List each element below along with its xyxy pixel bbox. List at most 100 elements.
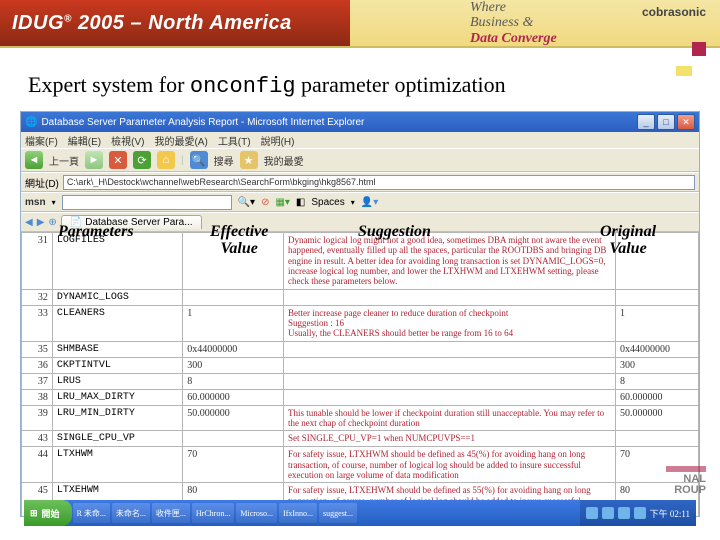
accent-square-yellow <box>676 66 692 76</box>
ie-window: 🌐 Database Server Parameter Analysis Rep… <box>20 111 700 517</box>
taskbar-item[interactable]: 收件匣... <box>152 503 190 523</box>
stop-button[interactable]: ✕ <box>109 151 127 169</box>
back-button[interactable]: ◄ <box>25 151 43 169</box>
taskbar-item[interactable]: suggest... <box>319 503 357 523</box>
refresh-button[interactable]: ⟳ <box>133 151 151 169</box>
windows-taskbar: ⊞ 開始 R 未命...未命名...收件匣...HrChron...Micros… <box>24 500 696 526</box>
menu-edit[interactable]: 編輯(E) <box>68 133 101 148</box>
original-value <box>615 431 698 447</box>
favorites-button[interactable]: ★ <box>240 151 258 169</box>
suggestion-text <box>283 289 615 305</box>
tab-next-icon[interactable]: ▶ <box>37 217 45 228</box>
maximize-button[interactable]: □ <box>657 114 675 130</box>
param-name: SHMBASE <box>52 341 182 357</box>
menu-help[interactable]: 說明(H) <box>261 133 295 148</box>
watermark-logo: NAL ROUP <box>666 464 706 496</box>
msn-toolbar: msn ▾ 🔍▾ ⊘ ▦▾ ◧ Spaces ▾ 👤▾ <box>21 192 699 212</box>
suggestion-text: This tunable should be lower if checkpoi… <box>283 405 615 431</box>
search-label: 搜尋 <box>214 153 234 168</box>
effective-value: 300 <box>183 357 284 373</box>
menu-favorites[interactable]: 我的最愛(A) <box>154 133 207 148</box>
suggestion-text <box>283 373 615 389</box>
param-name: LRU_MIN_DIRTY <box>52 405 182 431</box>
table-row: 35SHMBASE0x440000000x44000000 <box>22 341 699 357</box>
accent-square <box>692 42 706 56</box>
slide-title: Expert system for onconfig parameter opt… <box>0 48 720 107</box>
suggestion-text <box>283 389 615 405</box>
minimize-button[interactable]: _ <box>637 114 655 130</box>
taskbar-item[interactable]: IfxInno... <box>279 503 317 523</box>
table-row: 32DYNAMIC_LOGS <box>22 289 699 305</box>
tab-prev-icon[interactable]: ◀ <box>25 217 33 228</box>
table-row: 39LRU_MIN_DIRTY 50.000000This tunable sho… <box>22 405 699 431</box>
original-value <box>615 233 698 290</box>
tray-icon[interactable] <box>618 507 630 519</box>
msn-block-icon[interactable]: ⊘ <box>261 197 269 208</box>
effective-value: 60.000000 <box>183 389 284 405</box>
suggestion-text <box>283 357 615 373</box>
search-button[interactable]: 🔍 <box>190 151 208 169</box>
window-title: Database Server Parameter Analysis Repor… <box>41 117 364 128</box>
menu-tools[interactable]: 工具(T) <box>218 133 251 148</box>
row-number: 31 <box>22 233 53 290</box>
msn-search-icon[interactable]: 🔍▾ <box>238 197 255 208</box>
table-row: 38LRU_MAX_DIRTY60.00000060.000000 <box>22 389 699 405</box>
taskbar-item[interactable]: R 未命... <box>73 503 110 523</box>
tab-report[interactable]: 📄 Database Server Para... <box>61 215 202 229</box>
system-tray: 下午 02:11 <box>580 500 696 526</box>
row-number: 39 <box>22 405 53 431</box>
msn-msgr-icon[interactable]: 👤▾ <box>361 197 378 208</box>
param-name: CLEANERS <box>52 305 182 341</box>
conference-banner: IDUG® 2005 – North America Where Busines… <box>0 0 720 48</box>
tray-icon[interactable] <box>634 507 646 519</box>
address-label: 網址(D) <box>25 175 59 190</box>
spaces-label: Spaces <box>311 197 344 208</box>
original-value: 50.000000 <box>615 405 698 431</box>
row-number: 38 <box>22 389 53 405</box>
menu-view[interactable]: 檢視(V) <box>111 133 144 148</box>
conf-name: IDUG® 2005 – North America <box>12 12 292 35</box>
favorites-label: 我的最愛 <box>264 153 304 168</box>
param-name: CKPTINTVL <box>52 357 182 373</box>
table-row: 37LRUS88 <box>22 373 699 389</box>
address-bar: 網址(D) C:\ark\_H\Destock\wchannel\webRese… <box>21 172 699 192</box>
msn-form-icon[interactable]: ▦▾ <box>275 197 289 208</box>
effective-value: 70 <box>183 447 284 483</box>
forward-button[interactable]: ► <box>85 151 103 169</box>
row-number: 43 <box>22 431 53 447</box>
param-name: LOGFILES <box>52 233 182 290</box>
report-pane: 31LOGFILES Dynamic logical log might not … <box>21 232 699 516</box>
effective-value <box>183 289 284 305</box>
original-value <box>615 289 698 305</box>
effective-value: 8 <box>183 373 284 389</box>
suggestion-text: Better increase page cleaner to reduce d… <box>283 305 615 341</box>
tray-icon[interactable] <box>602 507 614 519</box>
clock[interactable]: 下午 02:11 <box>650 507 690 520</box>
row-number: 33 <box>22 305 53 341</box>
address-input[interactable]: C:\ark\_H\Destock\wchannel\webResearch\S… <box>63 175 695 190</box>
tab-new-icon[interactable]: ⊕ <box>48 217 56 228</box>
start-button[interactable]: ⊞ 開始 <box>24 500 72 526</box>
banner-right: Where Business & Data Converge cobrasoni… <box>350 0 720 46</box>
table-row: 36CKPTINTVL300300 <box>22 357 699 373</box>
taskbar-item[interactable]: HrChron... <box>192 503 234 523</box>
original-value: 0x44000000 <box>615 341 698 357</box>
home-button[interactable]: ⌂ <box>157 151 175 169</box>
param-name: LTXHWM <box>52 447 182 483</box>
effective-value: 0x44000000 <box>183 341 284 357</box>
spaces-icon[interactable]: ◧ <box>296 197 305 208</box>
menubar: 檔案(F) 編輯(E) 檢視(V) 我的最愛(A) 工具(T) 說明(H) <box>21 132 699 148</box>
menu-file[interactable]: 檔案(F) <box>25 133 58 148</box>
table-row: 33CLEANERS1Better increase page cleaner … <box>22 305 699 341</box>
taskbar-item[interactable]: 未命名... <box>112 503 150 523</box>
msn-logo: msn <box>25 197 46 208</box>
param-name: DYNAMIC_LOGS <box>52 289 182 305</box>
toolbar: ◄ 上一頁 ► ✕ ⟳ ⌂ | 🔍 搜尋 ★ 我的最愛 <box>21 148 699 172</box>
taskbar-item[interactable]: Microso... <box>236 503 277 523</box>
tray-icon[interactable] <box>586 507 598 519</box>
sponsor-logo: cobrasonic <box>642 6 706 19</box>
suggestion-text: Dynamic logical log might not a good ide… <box>283 233 615 290</box>
close-button[interactable]: ✕ <box>677 114 695 130</box>
row-number: 37 <box>22 373 53 389</box>
msn-search-input[interactable] <box>62 195 232 210</box>
